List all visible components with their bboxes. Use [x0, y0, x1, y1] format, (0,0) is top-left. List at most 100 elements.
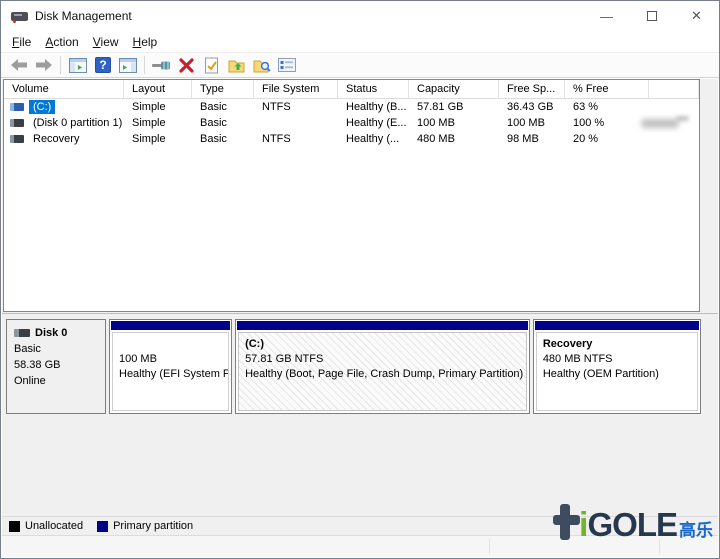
partition-recovery[interactable]: Recovery 480 MB NTFS Healthy (OEM Partit… — [533, 319, 701, 414]
menu-help[interactable]: Help — [126, 33, 165, 51]
console-tree-icon — [69, 58, 87, 73]
layout-cell: Simple — [124, 133, 192, 145]
pct-free-cell: 20 % — [565, 133, 649, 145]
partition-size: 480 MB NTFS — [543, 352, 691, 367]
column-header-type[interactable]: Type — [192, 80, 254, 99]
disk-management-app-icon — [11, 10, 28, 23]
maximize-button[interactable] — [629, 1, 674, 31]
column-header-layout[interactable]: Layout — [124, 80, 192, 99]
minimize-button[interactable]: — — [584, 1, 629, 31]
volume-name-cell: Recovery — [4, 132, 124, 146]
type-cell: Basic — [192, 101, 254, 113]
partition-name: (C:) — [245, 337, 520, 352]
column-header-file-system[interactable]: File System — [254, 80, 338, 99]
column-header-filler — [649, 80, 699, 99]
partition-status: Healthy (Boot, Page File, Crash Dump, Pr… — [245, 367, 520, 382]
volume-list-header: Volume Layout Type File System Status Ca… — [4, 80, 699, 99]
primary-partition-stripe — [237, 321, 528, 330]
forward-button[interactable] — [31, 54, 56, 76]
column-header-volume[interactable]: Volume — [4, 80, 124, 99]
volume-row-recovery[interactable]: Recovery Simple Basic NTFS Healthy (... … — [4, 131, 699, 147]
column-header-pct-free[interactable]: % Free — [565, 80, 649, 99]
mark-partition-button[interactable] — [199, 54, 224, 76]
column-header-capacity[interactable]: Capacity — [409, 80, 499, 99]
change-drive-letter-button[interactable] — [224, 54, 249, 76]
column-header-free-space[interactable]: Free Sp... — [499, 80, 565, 99]
primary-partition-swatch-icon — [97, 521, 108, 532]
file-system-cell: NTFS — [254, 101, 338, 113]
partition-strip: 100 MB Healthy (EFI System Pa (C:) 57.81… — [109, 319, 701, 414]
free-space-cell: 36.43 GB — [499, 101, 565, 113]
partition-size: 57.81 GB NTFS — [245, 352, 520, 367]
minimize-icon: — — [600, 9, 613, 24]
status-cell: Healthy (E... — [338, 117, 409, 129]
disk-management-window: Disk Management — ✕ File Action View Hel… — [0, 0, 720, 559]
unallocated-swatch-icon — [9, 521, 20, 532]
volume-icon — [10, 135, 24, 143]
window-controls: — ✕ — [584, 1, 719, 31]
volume-name: (Disk 0 partition 1) — [29, 116, 124, 130]
disk-type: Basic — [14, 341, 98, 357]
pct-free-cell: 100 % — [565, 117, 649, 129]
action-pane-icon — [119, 58, 137, 73]
toolbar-separator — [60, 56, 61, 74]
capacity-cell: 480 MB — [409, 133, 499, 145]
help-button[interactable]: ? — [90, 54, 115, 76]
partition-name — [119, 337, 222, 352]
disk-0-row: Disk 0 Basic 58.38 GB Online 100 MB Heal… — [6, 319, 701, 414]
volume-icon — [10, 103, 24, 111]
volume-row-partition1[interactable]: (Disk 0 partition 1) Simple Basic Health… — [4, 115, 699, 131]
higole-logo-i: i — [579, 510, 587, 540]
status-cell: Healthy (B... — [338, 101, 409, 113]
close-icon: ✕ — [691, 8, 702, 24]
layout-cell: Simple — [124, 117, 192, 129]
check-document-icon — [204, 57, 219, 74]
disk-size: 58.38 GB — [14, 357, 98, 373]
menu-action[interactable]: Action — [38, 33, 85, 51]
capacity-cell: 100 MB — [409, 117, 499, 129]
type-cell: Basic — [192, 117, 254, 129]
volume-row-c[interactable]: (C:) Simple Basic NTFS Healthy (B... 57.… — [4, 99, 699, 115]
action-pane-button[interactable] — [115, 54, 140, 76]
higole-logo-chinese: 高乐 — [679, 521, 713, 540]
free-space-cell: 98 MB — [499, 133, 565, 145]
menu-view[interactable]: View — [86, 33, 126, 51]
partition-status: Healthy (OEM Partition) — [543, 367, 691, 382]
volume-name-cell: (Disk 0 partition 1) — [4, 116, 124, 130]
layout-cell: Simple — [124, 101, 192, 113]
pane-splitter[interactable] — [2, 313, 718, 314]
volume-list: Volume Layout Type File System Status Ca… — [3, 79, 700, 312]
type-cell: Basic — [192, 133, 254, 145]
delete-volume-button[interactable] — [174, 54, 199, 76]
higole-cross-icon — [553, 502, 580, 540]
legend-label: Primary partition — [113, 520, 193, 532]
partition-efi[interactable]: 100 MB Healthy (EFI System Pa — [109, 319, 232, 414]
higole-logo-gole: GOLE — [587, 510, 677, 540]
back-button[interactable] — [6, 54, 31, 76]
window-title: Disk Management — [35, 9, 132, 23]
view-tool-button[interactable] — [149, 54, 174, 76]
partition-c[interactable]: (C:) 57.81 GB NTFS Healthy (Boot, Page F… — [235, 319, 530, 414]
column-header-status[interactable]: Status — [338, 80, 409, 99]
legend-unallocated: Unallocated — [9, 520, 83, 532]
status-cell: Healthy (... — [338, 133, 409, 145]
folder-search-icon — [253, 58, 271, 73]
menu-file[interactable]: File — [5, 33, 38, 51]
disk-0-label-panel[interactable]: Disk 0 Basic 58.38 GB Online — [6, 319, 106, 414]
folder-up-icon — [228, 58, 245, 73]
volume-name: Recovery — [29, 132, 83, 146]
volume-name: (C:) — [29, 100, 55, 114]
properties-button[interactable] — [274, 54, 299, 76]
volume-name-cell: (C:) — [4, 100, 124, 114]
toolbar: ? — [1, 52, 719, 78]
title-bar[interactable]: Disk Management — ✕ — [1, 1, 719, 31]
client-area: Volume Layout Type File System Status Ca… — [2, 79, 718, 557]
higole-watermark: i GOLE 高乐 — [553, 502, 713, 540]
forward-arrow-icon — [35, 57, 53, 73]
console-tree-button[interactable] — [65, 54, 90, 76]
properties-icon — [278, 58, 296, 72]
capacity-cell: 57.81 GB — [409, 101, 499, 113]
close-button[interactable]: ✕ — [674, 1, 719, 31]
explore-button[interactable] — [249, 54, 274, 76]
redacted-text — [676, 116, 689, 121]
